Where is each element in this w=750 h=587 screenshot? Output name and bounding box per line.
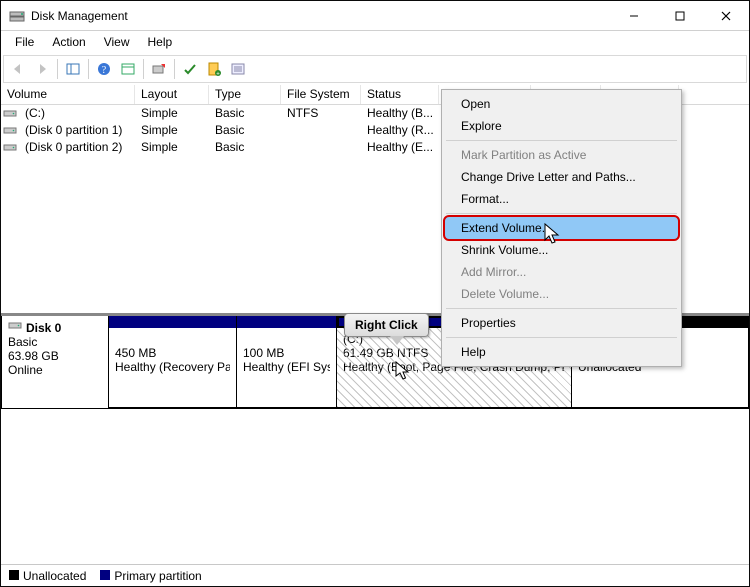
settings-button[interactable] [117,58,139,80]
partition-status: Healthy (Recovery Par [115,360,230,374]
cell-status: Healthy (R... [361,122,439,139]
partition-recovery[interactable]: 450 MB Healthy (Recovery Par [109,316,237,408]
col-status[interactable]: Status [361,85,439,104]
legend-primary: Primary partition [100,569,201,583]
disk-size: 63.98 GB [8,349,102,363]
window-controls [611,1,749,31]
titlebar: Disk Management [1,1,749,31]
cell-type: Basic [209,139,281,156]
col-fs[interactable]: File System [281,85,361,104]
legend-unallocated: Unallocated [9,569,86,583]
cell-volume: (Disk 0 partition 1) [19,122,135,139]
maximize-button[interactable] [657,1,703,31]
menu-view[interactable]: View [96,33,138,51]
app-icon [9,8,25,24]
cm-shrink-volume[interactable]: Shrink Volume... [445,239,678,261]
partition-stripe [109,316,236,328]
col-volume[interactable]: Volume [1,85,135,104]
close-button[interactable] [703,1,749,31]
cm-mark-active[interactable]: Mark Partition as Active [445,144,678,166]
cell-status: Healthy (E... [361,139,439,156]
partition-size: 450 MB [115,346,230,360]
cm-delete-volume[interactable]: Delete Volume... [445,283,678,305]
volume-list-button[interactable] [227,58,249,80]
show-hide-button[interactable] [62,58,84,80]
partition-status: Healthy (EFI Sys [243,360,330,374]
cm-help[interactable]: Help [445,341,678,363]
drive-icon [1,122,19,139]
action-checkmark-button[interactable] [179,58,201,80]
disk-state: Online [8,363,102,377]
cm-open[interactable]: Open [445,93,678,115]
forward-button[interactable] [31,58,53,80]
toolbar: ? + [3,55,747,83]
partition-size: 100 MB [243,346,330,360]
menu-help[interactable]: Help [140,33,181,51]
disk-management-window: Disk Management File Action View Help ? [0,0,750,587]
cm-properties[interactable]: Properties [445,312,678,334]
new-volume-button[interactable]: + [203,58,225,80]
cm-add-mirror[interactable]: Add Mirror... [445,261,678,283]
cell-type: Basic [209,122,281,139]
cell-layout: Simple [135,139,209,156]
disk-icon [8,320,22,335]
legend: Unallocated Primary partition [1,564,749,586]
cell-type: Basic [209,105,281,122]
cell-volume: (C:) [19,105,135,122]
svg-text:+: + [216,72,220,78]
cell-status: Healthy (B... [361,105,439,122]
cell-fs: NTFS [281,105,361,122]
disk-name: Disk 0 [26,321,61,335]
cell-volume: (Disk 0 partition 2) [19,139,135,156]
cm-change-letter[interactable]: Change Drive Letter and Paths... [445,166,678,188]
disk-info-panel[interactable]: Disk 0 Basic 63.98 GB Online [1,316,109,409]
cm-format[interactable]: Format... [445,188,678,210]
cell-fs [281,139,361,156]
context-menu: Open Explore Mark Partition as Active Ch… [441,89,682,367]
cell-layout: Simple [135,105,209,122]
menu-file[interactable]: File [7,33,42,51]
menu-action[interactable]: Action [44,33,93,51]
svg-text:?: ? [102,65,107,76]
help-button[interactable]: ? [93,58,115,80]
disk-type: Basic [8,335,102,349]
drive-icon [1,105,19,122]
cell-layout: Simple [135,122,209,139]
drive-icon [1,139,19,156]
back-button[interactable] [7,58,29,80]
partition-efi[interactable]: 100 MB Healthy (EFI Sys [237,316,337,408]
cm-extend-volume[interactable]: Extend Volume... [445,217,678,239]
cell-fs [281,122,361,139]
col-type[interactable]: Type [209,85,281,104]
window-title: Disk Management [31,9,128,23]
minimize-button[interactable] [611,1,657,31]
cm-explore[interactable]: Explore [445,115,678,137]
menubar: File Action View Help [1,31,749,53]
col-layout[interactable]: Layout [135,85,209,104]
partition-stripe [237,316,336,328]
rescan-disks-button[interactable] [148,58,170,80]
